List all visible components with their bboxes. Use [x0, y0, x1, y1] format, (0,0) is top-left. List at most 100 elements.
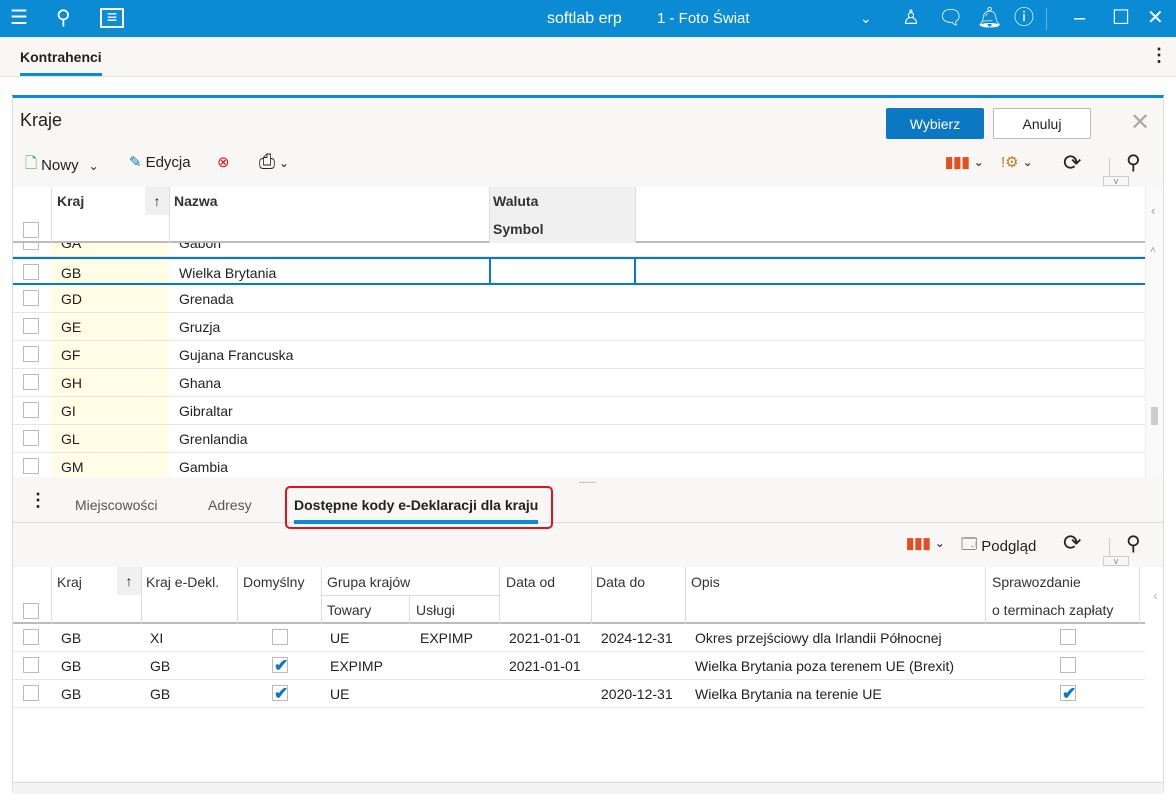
sort-ascending-icon[interactable]: ↑ — [145, 187, 169, 215]
table-row[interactable]: GD Grenada — [13, 285, 1145, 313]
cancel-button[interactable]: Anuluj — [993, 108, 1091, 139]
edit-button[interactable]: ✎ Edycja — [129, 153, 191, 172]
subtab-miejscowosci[interactable]: Miejscowości — [75, 497, 157, 513]
refresh-button[interactable]: ⟳ — [1063, 150, 1081, 176]
table-row[interactable]: GF Gujana Francuska — [13, 341, 1145, 369]
cell-kraj: GM — [61, 459, 84, 475]
cell-opis: Wielka Brytania poza terenem UE (Brexit) — [695, 658, 955, 674]
row-checkbox[interactable] — [23, 264, 39, 280]
table-row[interactable]: GI Gibraltar — [13, 397, 1145, 425]
row-checkbox[interactable] — [23, 629, 39, 645]
row-checkbox[interactable] — [23, 430, 39, 446]
maximize-icon[interactable]: ☐ — [1112, 6, 1130, 30]
report-checkbox[interactable] — [1060, 657, 1076, 673]
default-checkbox[interactable]: ✔ — [272, 685, 288, 702]
table-row[interactable]: GM Gambia — [13, 453, 1145, 477]
row-checkbox[interactable] — [23, 346, 39, 362]
row-checkbox[interactable] — [23, 318, 39, 334]
print-button[interactable]: ⎙ ⌄ — [259, 151, 289, 174]
more-icon[interactable]: ⋮ — [29, 490, 47, 511]
header-nazwa[interactable]: Nazwa — [174, 193, 218, 209]
subtab-adresy[interactable]: Adresy — [208, 497, 252, 513]
row-checkbox[interactable] — [23, 685, 39, 701]
subtab-bar: ⋮ Miejscowości Adresy Dostępne kody e-De… — [13, 486, 1163, 529]
select-button[interactable]: Wybierz — [886, 108, 984, 139]
filter-search-button[interactable]: ⚲ — [1126, 531, 1141, 556]
menu-icon[interactable]: ☰ — [10, 6, 28, 30]
chart-button[interactable]: ▮▮▮ ⌄ — [906, 534, 945, 552]
header-symbol[interactable]: Symbol — [493, 221, 544, 237]
table-row[interactable]: GH Ghana — [13, 369, 1145, 397]
header-kraj[interactable]: Kraj — [57, 574, 82, 590]
edit-label: Edycja — [145, 153, 191, 171]
close-dialog-icon[interactable]: ✕ — [1130, 108, 1150, 137]
divider — [1109, 538, 1110, 556]
bell-icon[interactable]: 🔔︎ — [977, 6, 1002, 30]
select-all-checkbox[interactable] — [23, 603, 39, 619]
table-row[interactable]: GL Grenlandia — [13, 425, 1145, 453]
cell-opis: Okres przejściowy dla Irlandii Północnej — [695, 630, 942, 646]
table-row[interactable]: GB GB ✔ EXPIMP 2021-01-01 Wielka Brytania poz… — [13, 652, 1145, 680]
new-button[interactable]: 🗋 Nowy ⌄ — [25, 153, 99, 178]
default-checkbox[interactable] — [272, 629, 288, 645]
table-row[interactable]: GB Wielka Brytania — [13, 257, 1145, 285]
default-checkbox[interactable]: ✔ — [272, 657, 288, 674]
header-kraj[interactable]: Kraj — [57, 193, 84, 209]
subtab-edeklaracje[interactable]: Dostępne kody e-Deklaracji dla kraju — [294, 497, 539, 524]
header-towary[interactable]: Towary — [327, 602, 371, 618]
horizontal-scrollbar[interactable] — [13, 782, 1163, 794]
search-icon[interactable]: ⚲ — [56, 6, 71, 30]
company-selector[interactable]: 1 - Foto Świat — [657, 10, 750, 27]
title-bar: ☰ ⚲ ≡ softlab erp 1 - Foto Świat ⌄ ♙ 🗨 🔔… — [0, 0, 1176, 37]
chat-icon[interactable]: 🗨 — [938, 6, 963, 30]
table-row[interactable]: GB GB ✔ UE 2020-12-31 Wielka Brytania na tere… — [13, 680, 1145, 708]
expand-toolbar-button[interactable]: v — [1103, 556, 1129, 566]
header-sprawozdanie[interactable]: Sprawozdanie — [992, 574, 1081, 590]
row-checkbox[interactable] — [23, 458, 39, 474]
preview-button[interactable]: 🗔 Podgląd — [961, 534, 1036, 559]
help-icon[interactable]: ⓘ — [1014, 6, 1034, 30]
table-row[interactable]: GA Gabon — [13, 243, 1145, 257]
report-checkbox[interactable] — [1060, 629, 1076, 645]
chart-button[interactable]: ▮▮▮ ⌄ — [945, 153, 984, 171]
row-checkbox[interactable] — [23, 243, 39, 250]
row-checkbox[interactable] — [23, 657, 39, 673]
table-row[interactable]: GE Gruzja — [13, 313, 1145, 341]
header-opis[interactable]: Opis — [691, 574, 720, 590]
filter-search-button[interactable]: ⚲ — [1126, 150, 1141, 175]
select-all-checkbox[interactable] — [23, 222, 39, 238]
edit-icon: ✎ — [129, 154, 142, 171]
minimize-icon[interactable]: – — [1074, 6, 1085, 30]
cell-focus — [634, 259, 636, 283]
header-data-do[interactable]: Data do — [596, 574, 645, 590]
chevron-down-icon[interactable]: ⌄ — [860, 6, 872, 30]
scrollbar-thumb[interactable] — [1151, 407, 1158, 425]
divider — [1109, 158, 1110, 176]
cell-kraj: GE — [61, 319, 82, 335]
header-data-od[interactable]: Data od — [506, 574, 555, 590]
sort-ascending-icon[interactable]: ↑ — [117, 567, 141, 595]
settings-button[interactable]: !⚙ ⌄ — [1001, 153, 1033, 171]
expand-toolbar-button[interactable]: v — [1103, 176, 1129, 186]
delete-document-icon: ⊗ — [217, 154, 230, 171]
header-kraj-edekl[interactable]: Kraj e-Dekl. — [146, 574, 219, 590]
header-waluta[interactable]: Waluta — [493, 193, 538, 209]
more-icon[interactable]: ⋮ — [1150, 45, 1168, 66]
row-checkbox[interactable] — [23, 402, 39, 418]
tab-kontrahenci[interactable]: Kontrahenci — [20, 49, 102, 76]
vertical-scrollbar[interactable]: ‹ ˄ — [1145, 187, 1163, 477]
header-uslugi[interactable]: Usługi — [416, 602, 455, 618]
news-icon[interactable]: ≡ — [100, 8, 124, 28]
header-domyslny[interactable]: Domyślny — [243, 574, 304, 590]
close-icon[interactable]: ✕ — [1147, 6, 1164, 30]
user-icon[interactable]: ♙ — [902, 6, 920, 30]
report-checkbox[interactable]: ✔ — [1060, 685, 1076, 702]
cell-towary: UE — [330, 630, 350, 646]
refresh-button[interactable]: ⟳ — [1063, 530, 1081, 556]
table-row[interactable]: GB XI UE EXPIMP 2021-01-01 2024-12-31 Okres pr… — [13, 624, 1145, 652]
collapse-icon[interactable]: ‹ — [1153, 587, 1158, 603]
row-checkbox[interactable] — [23, 290, 39, 306]
row-checkbox[interactable] — [23, 374, 39, 390]
delete-button[interactable]: ⊗ — [217, 153, 230, 171]
cell-nazwa: Gibraltar — [179, 403, 233, 419]
